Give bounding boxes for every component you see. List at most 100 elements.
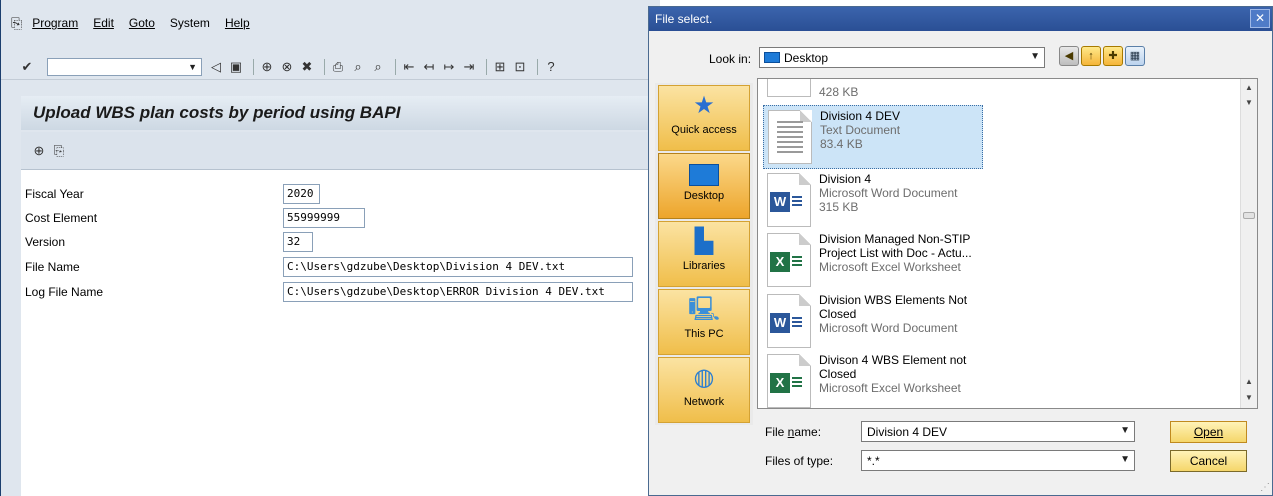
file-name-label: File Name: [25, 260, 80, 274]
back-nav-icon[interactable]: ◀: [1059, 46, 1079, 66]
file-type-label: Files of type:: [765, 454, 834, 468]
print-icon[interactable]: ⎙: [330, 59, 346, 75]
exit-icon[interactable]: ⊕: [259, 59, 275, 75]
cancel-icon[interactable]: ⊗: [279, 59, 295, 75]
place-label: Network: [683, 396, 725, 408]
menu-program[interactable]: Program: [32, 16, 78, 30]
cost-element-input[interactable]: 55999999: [283, 208, 365, 228]
place-libraries[interactable]: ▙ Libraries: [658, 221, 750, 287]
toolbar-separator: [253, 58, 254, 75]
find-next-icon[interactable]: ⌕: [370, 59, 386, 75]
fiscal-year-input[interactable]: 2020: [283, 184, 320, 204]
close-icon[interactable]: ✕: [1250, 9, 1270, 28]
word-file-icon: W: [767, 173, 811, 227]
list-item[interactable]: W Division 4 Microsoft Word Document 315…: [763, 169, 983, 233]
file-name: Division WBS Elements Not Closed: [819, 293, 968, 321]
scroll-down-icon[interactable]: ▼: [1241, 98, 1257, 107]
open-button[interactable]: Open: [1170, 421, 1247, 443]
cancel-button[interactable]: Cancel: [1170, 450, 1247, 472]
look-in-dropdown[interactable]: Desktop ▼: [759, 47, 1045, 68]
next-page-icon[interactable]: ↦: [441, 59, 457, 75]
shortcut-icon[interactable]: ⊡: [512, 59, 528, 75]
menu-edit[interactable]: Edit: [93, 16, 114, 30]
libraries-icon: ▙: [694, 228, 714, 255]
version-label: Version: [25, 235, 66, 249]
view-menu-icon[interactable]: ▦: [1125, 46, 1145, 66]
cost-element-label: Cost Element: [25, 211, 98, 225]
last-page-icon[interactable]: ⇥: [461, 59, 477, 75]
list-item[interactable]: W Division WBS Elements Not Closed Micro…: [763, 290, 983, 354]
resize-grip-icon[interactable]: ⋰: [1260, 482, 1270, 493]
file-type-combo[interactable]: *.* ▼: [861, 450, 1135, 471]
file-size: 83.4 KB: [820, 137, 863, 151]
file-name-combo[interactable]: Division 4 DEV ▼: [861, 421, 1135, 442]
file-type-value: *.*: [867, 454, 880, 468]
text-file-icon: [767, 79, 811, 97]
look-in-value: Desktop: [784, 50, 829, 65]
enter-icon[interactable]: ✔: [19, 59, 35, 75]
file-type: Microsoft Word Document: [819, 321, 958, 335]
file-name: Division Managed Non-STIP Project List w…: [819, 232, 972, 260]
stop-icon[interactable]: ✖: [299, 59, 315, 75]
up-folder-icon[interactable]: ↑: [1081, 46, 1101, 66]
place-desktop[interactable]: Desktop: [658, 153, 750, 219]
menu-system[interactable]: System: [170, 16, 210, 30]
menu-help[interactable]: Help: [225, 16, 250, 30]
vertical-scrollbar[interactable]: ▲ ▼ ▲ ▼: [1240, 79, 1257, 408]
menu-glyph-icon[interactable]: ⎘: [11, 15, 22, 32]
place-quick-access[interactable]: ★ Quick access: [658, 85, 750, 151]
file-name-row: File Name C:\Users\gdzube\Desktop\Divisi…: [21, 257, 661, 277]
menu-goto[interactable]: Goto: [129, 16, 155, 30]
list-item[interactable]: 428 KB: [763, 79, 983, 103]
first-page-icon[interactable]: ⇤: [401, 59, 417, 75]
selection-screen: Fiscal Year 2020 Cost Element 55999999 V…: [21, 170, 661, 496]
word-file-icon: W: [767, 294, 811, 348]
list-item[interactable]: X Divison 4 WBS Element not Closed Micro…: [763, 350, 983, 408]
help-icon[interactable]: ?: [543, 59, 559, 74]
chevron-down-icon: ▼: [1120, 454, 1130, 465]
file-type: Microsoft Excel Worksheet: [819, 381, 961, 395]
save-icon[interactable]: ▣: [228, 59, 244, 75]
list-item[interactable]: X Division Managed Non-STIP Project List…: [763, 229, 983, 293]
standard-toolbar: ✔ ▼ ◁ ▣ ⊕ ⊗ ✖ ⎙ ⌕ ⌕ ⇤ ↤ ↦ ⇥ ⊞ ⊡ ?: [1, 54, 661, 80]
places-bar: ★ Quick access Desktop ▙ Libraries 🖳 Thi…: [655, 83, 753, 425]
new-session-icon[interactable]: ⊞: [492, 59, 508, 75]
scroll-up-icon[interactable]: ▲: [1241, 83, 1257, 92]
open-label: Open: [1193, 425, 1224, 439]
place-label: Libraries: [682, 260, 726, 272]
file-type: Microsoft Excel Worksheet: [819, 260, 961, 274]
place-label: This PC: [684, 328, 724, 340]
find-icon[interactable]: ⌕: [350, 59, 366, 75]
fiscal-year-label: Fiscal Year: [25, 187, 84, 201]
scroll-thumb[interactable]: [1243, 212, 1255, 219]
file-size: 428 KB: [819, 85, 859, 99]
file-type: Microsoft Word Document: [819, 186, 958, 200]
prev-page-icon[interactable]: ↤: [421, 59, 437, 75]
desktop-icon: [764, 52, 780, 63]
log-file-name-row: Log File Name C:\Users\gdzube\Desktop\ER…: [21, 282, 661, 302]
cost-element-row: Cost Element 55999999: [21, 208, 661, 228]
command-field[interactable]: ▼: [47, 57, 202, 76]
sap-window: ⎘ Program Edit Goto System Help ✔ ▼ ◁ ▣ …: [0, 0, 661, 496]
menu-bar: ⎘ Program Edit Goto System Help: [1, 6, 661, 40]
place-this-pc[interactable]: 🖳 This PC: [658, 289, 750, 355]
back-icon[interactable]: ◁: [208, 59, 224, 75]
place-network[interactable]: ◍ Network: [658, 357, 750, 423]
list-item-selected[interactable]: Division 4 DEV Text Document 83.4 KB: [763, 105, 983, 169]
new-folder-icon[interactable]: ✚: [1103, 46, 1123, 66]
toolbar-separator: [537, 58, 538, 75]
dialog-titlebar[interactable]: File select. ✕: [649, 7, 1272, 31]
file-name-input[interactable]: C:\Users\gdzube\Desktop\Division 4 DEV.t…: [283, 257, 633, 277]
log-file-name-input[interactable]: C:\Users\gdzube\Desktop\ERROR Division 4…: [283, 282, 633, 302]
page-title: Upload WBS plan costs by period using BA…: [33, 103, 401, 122]
fiscal-year-row: Fiscal Year 2020: [21, 184, 661, 204]
application-toolbar: ⊕ ⎘: [21, 132, 661, 170]
look-in-label: Look in:: [709, 52, 752, 66]
scroll-up-icon[interactable]: ▲: [1241, 377, 1257, 386]
scroll-down-icon[interactable]: ▼: [1241, 393, 1257, 402]
nav-toolbar: ◀ ↑ ✚ ▦: [1059, 46, 1147, 66]
execute-icon[interactable]: ⊕: [31, 143, 47, 159]
file-list[interactable]: 428 KB Division 4 DEV Text Document 83.4…: [757, 78, 1258, 409]
version-input[interactable]: 32: [283, 232, 313, 252]
get-variant-icon[interactable]: ⎘: [51, 143, 67, 159]
